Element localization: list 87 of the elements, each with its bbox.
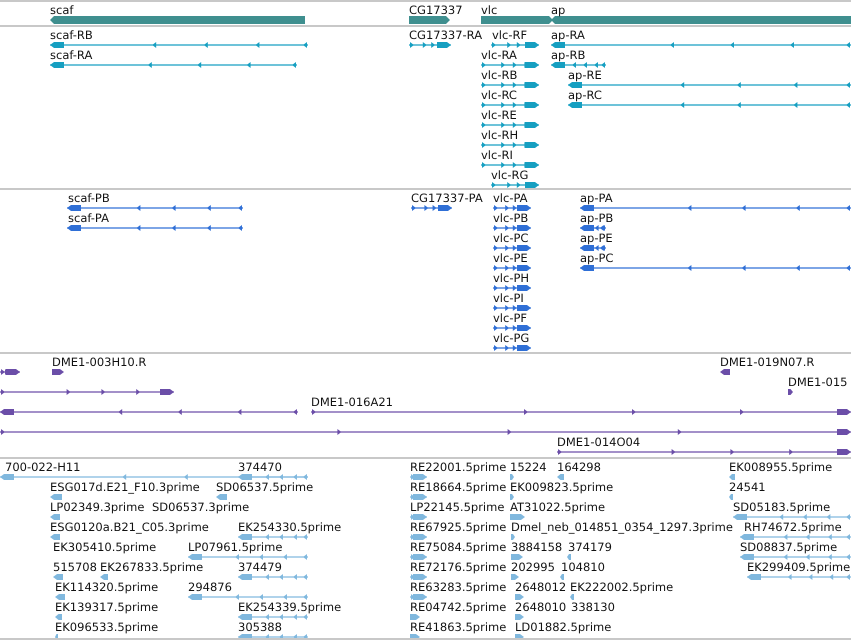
feature-label: 3884158 xyxy=(511,540,562,554)
feature-label: EK139317.5prime xyxy=(55,600,158,614)
feature-label: scaf-RA xyxy=(50,48,92,62)
feature-label: RE75084.5prime xyxy=(410,540,506,554)
feature-label: RE18664.5prime xyxy=(410,480,506,494)
feature-label: RH74672.5prime xyxy=(744,520,842,534)
feature-label: RE41863.5prime xyxy=(410,620,506,634)
feature-label: LP02349.3prime xyxy=(50,500,144,514)
feature-label: 2648010 xyxy=(515,600,566,614)
feature-label: scaf-PA xyxy=(68,211,109,225)
feature-label: EK096533.5prime xyxy=(55,620,158,634)
feature-label: vlc-RC xyxy=(481,88,517,102)
feature-label: LP07961.5prime xyxy=(188,540,282,554)
feature-label: vlc-PF xyxy=(493,311,528,325)
feature-label: ap-RB xyxy=(551,48,586,62)
feature-label: vlc-PE xyxy=(493,251,528,265)
feature-label: DME1-014O04 xyxy=(557,435,640,449)
feature-label: DME1-019N07.R xyxy=(720,355,814,369)
feature-label: RE22001.5prime xyxy=(410,460,506,474)
feature-label: AT31022.5prime xyxy=(510,500,606,514)
feature-label: 2648012 xyxy=(515,580,566,594)
feature-label: vlc xyxy=(481,3,498,17)
feature-label: 374479 xyxy=(238,560,282,574)
feature-label: ESG0120a.B21_C05.3prime xyxy=(50,520,209,534)
feature-label: LP22145.5prime xyxy=(410,500,504,514)
feature-label: 202995 xyxy=(511,560,555,574)
feature-label: EK222002.5prime xyxy=(570,580,674,594)
feature-label: 338130 xyxy=(571,600,615,614)
feature-label: 294876 xyxy=(188,580,232,594)
feature-label: EK114320.5prime xyxy=(55,580,158,594)
feature-label: vlc-PB xyxy=(493,211,528,225)
feature-label: RE72176.5prime xyxy=(410,560,506,574)
feature-label: DME1-015 xyxy=(788,375,848,389)
feature-label: DME1-016A21 xyxy=(311,395,393,409)
feature-label: scaf-RB xyxy=(50,28,93,42)
feature-label: ap-RE xyxy=(568,68,602,82)
feature-label: vlc-PI xyxy=(493,291,524,305)
feature-label: ap-PB xyxy=(580,211,614,225)
feature-label: ap xyxy=(551,3,566,17)
feature-label: ESG017d.E21_F10.3prime xyxy=(50,480,200,494)
feature-label: LD01882.5prime xyxy=(515,620,612,634)
feature-label: DME1-003H10.R xyxy=(52,355,146,369)
feature-label: vlc-RB xyxy=(481,68,518,82)
feature-label: EK254330.5prime xyxy=(238,520,342,534)
feature-label: vlc-PH xyxy=(493,271,530,285)
feature-label: EK009823.5prime xyxy=(510,480,614,494)
feature-label: 24541 xyxy=(729,480,766,494)
feature-label: 164298 xyxy=(557,460,601,474)
feature-label: CG17337 xyxy=(409,3,463,17)
feature-label: EK267833.5prime xyxy=(100,560,204,574)
feature-label: vlc-RG xyxy=(491,168,528,182)
feature-label: ap-PC xyxy=(580,251,614,265)
feature-label: 104810 xyxy=(561,560,605,574)
feature-label: SD05183.5prime xyxy=(733,500,830,514)
feature-label: RE67925.5prime xyxy=(410,520,506,534)
feature-label: CG17337-PA xyxy=(411,191,483,205)
feature-label: vlc-PA xyxy=(493,191,528,205)
feature-label: vlc-RE xyxy=(481,108,517,122)
feature-label: 374470 xyxy=(238,460,282,474)
feature-label: SD08837.5prime xyxy=(740,540,838,554)
feature-label: vlc-RA xyxy=(481,48,517,62)
feature-label: vlc-RF xyxy=(492,28,528,42)
feature-label: ap-PE xyxy=(580,231,613,245)
feature-label: SD06537.3prime xyxy=(152,500,250,514)
feature-label: ap-RA xyxy=(551,28,585,42)
feature-label: ap-PA xyxy=(580,191,613,205)
feature-label: ap-RC xyxy=(568,88,602,102)
feature-label: vlc-PG xyxy=(493,331,530,345)
feature-label: CG17337-RA xyxy=(409,28,482,42)
feature-label: 15224 xyxy=(510,460,547,474)
feature-label: SD06537.5prime xyxy=(216,480,314,494)
feature-label: scaf-PB xyxy=(68,191,110,205)
feature-label: 374179 xyxy=(568,540,612,554)
feature-label: EK305410.5prime xyxy=(53,540,156,554)
feature-label: vlc-RH xyxy=(481,128,518,142)
feature-label: EK008955.5prime xyxy=(729,460,832,474)
feature-label: Dmel_neb_014851_0354_1297.3prime xyxy=(511,520,733,534)
feature-label: RE04742.5prime xyxy=(410,600,506,614)
feature-label: 515708 xyxy=(53,560,97,574)
feature-label: RE63283.5prime xyxy=(410,580,506,594)
feature-label: scaf xyxy=(50,3,74,17)
feature-label: vlc-PC xyxy=(493,231,528,245)
feature-label: EK254339.5prime xyxy=(238,600,342,614)
feature-label: EK299409.5prime xyxy=(747,560,850,574)
feature-label: vlc-RI xyxy=(481,148,513,162)
feature-label: 305388 xyxy=(238,620,282,634)
feature-label: 700-022-H11 xyxy=(5,460,80,474)
